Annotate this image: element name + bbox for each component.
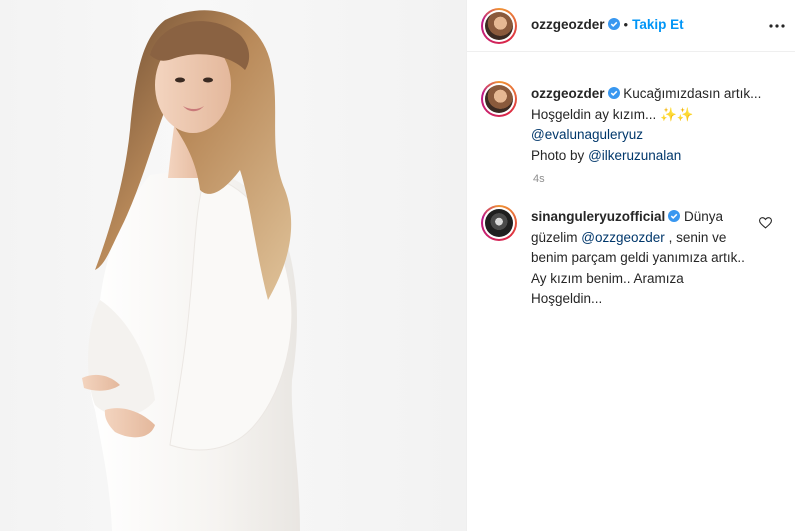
comment-part-a: Dünya xyxy=(684,209,724,224)
comment-part-b: güzelim xyxy=(531,229,578,245)
photo-credit-mention[interactable]: @ilkeruzunalan xyxy=(588,148,681,163)
caption-text: ozzgeozder Kucağımızdasın artık... Hoşge… xyxy=(531,84,786,166)
post-timestamp[interactable]: 4s xyxy=(533,173,545,185)
commenter-username[interactable]: sinanguleryuzofficial xyxy=(531,209,665,224)
header-user-line: ozzgeozder • Takip Et xyxy=(531,17,684,32)
instagram-post: ozzgeozder • Takip Et ozzgeozder Kucağımız… xyxy=(0,0,795,531)
separator: • xyxy=(623,17,629,32)
commenter-avatar[interactable] xyxy=(481,205,517,241)
heart-icon[interactable] xyxy=(759,217,772,229)
photo-credit-prefix: Photo by xyxy=(531,147,585,163)
post-side-panel: ozzgeozder • Takip Et ozzgeozder Kucağımız… xyxy=(466,0,795,531)
post-photo[interactable] xyxy=(0,0,466,531)
verified-badge-icon xyxy=(607,87,620,99)
caption-username[interactable]: ozzgeozder xyxy=(531,86,605,101)
caption-line2: Hoşgeldin ay kızım... xyxy=(531,106,657,122)
sparkles-emoji: ✨✨ xyxy=(660,106,694,122)
author-username[interactable]: ozzgeozder xyxy=(531,17,605,32)
comment-text: sinanguleryuzofficial Dünya güzelim @ozz… xyxy=(531,207,756,310)
post-header: ozzgeozder • Takip Et xyxy=(467,0,795,52)
pregnant-woman-photo xyxy=(82,10,300,531)
verified-badge-icon xyxy=(607,18,620,30)
caption-mention[interactable]: @evalunaguleryuz xyxy=(531,127,643,142)
caption-avatar[interactable] xyxy=(481,81,517,117)
verified-badge-icon xyxy=(668,210,681,222)
follow-button[interactable]: Takip Et xyxy=(632,17,684,32)
avatar-image xyxy=(485,209,513,237)
more-options-icon[interactable] xyxy=(768,18,786,34)
caption-line1: Kucağımızdasın artık... xyxy=(623,86,762,101)
avatar-image xyxy=(485,12,513,40)
comment-mention[interactable]: @ozzgeozder xyxy=(581,230,665,245)
author-avatar[interactable] xyxy=(481,8,517,44)
avatar-image xyxy=(485,85,513,113)
